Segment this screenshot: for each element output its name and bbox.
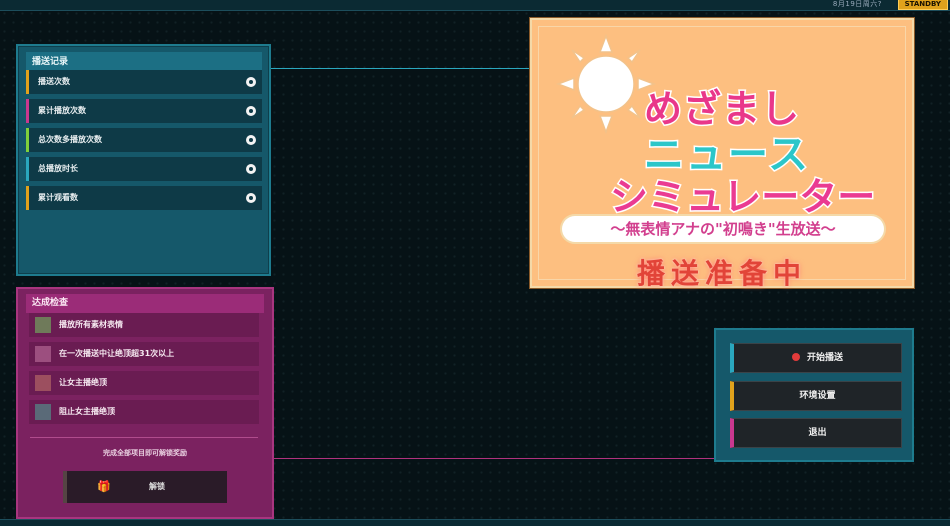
start-broadcast-label: 开始播送 <box>806 353 843 363</box>
achievement-label: 阻止女主播绝顶 <box>59 407 115 416</box>
main-menu: 开始播送 环境设置 退出 <box>714 328 914 462</box>
unlock-button-label: 解锁 <box>149 482 165 491</box>
achievement-note: 完成全部项目即可解锁奖励 <box>103 449 187 457</box>
record-item-multi-plays[interactable]: 总次数多播放次数 <box>26 128 262 152</box>
achievement-label: 在一次播送中让绝顶超31次以上 <box>59 349 175 358</box>
record-item-label: 累计观看数 <box>38 193 78 202</box>
achievement-item: 在一次播送中让绝顶超31次以上 <box>29 342 259 366</box>
checkbox-icon <box>35 317 51 333</box>
exit-label: 退出 <box>808 428 827 438</box>
title-card: めざまし ニュース シミュレーター 〜無表情アナの"初鳴き"生放送〜 播送准备中 <box>529 17 915 290</box>
unlock-button[interactable]: 🎁 解锁 <box>63 471 227 503</box>
status-badge: STANDBY <box>897 0 948 10</box>
divider <box>30 437 258 438</box>
record-panel-title: 播送记录 <box>26 52 262 72</box>
record-item-total-views[interactable]: 累计观看数 <box>26 186 262 210</box>
settings-label: 环境设置 <box>799 391 836 401</box>
broadcast-status-text: 播送准备中 <box>636 257 807 290</box>
achievement-item: 播放所有素材表情 <box>29 313 259 337</box>
record-icon <box>791 353 800 361</box>
achievement-panel-title: 达成检查 <box>26 294 264 313</box>
eye-icon[interactable] <box>246 77 256 87</box>
start-broadcast-button[interactable]: 开始播送 <box>730 343 902 373</box>
gift-icon: 🎁 <box>97 480 111 493</box>
record-item-label: 总播放时长 <box>38 164 78 173</box>
record-item-label: 总次数多播放次数 <box>38 135 102 144</box>
connector-line <box>274 458 716 459</box>
record-item-broadcast-count[interactable]: 播送次数 <box>26 70 262 94</box>
bottom-bar <box>0 519 950 526</box>
achievement-label: 播放所有素材表情 <box>59 320 123 329</box>
eye-icon[interactable] <box>246 135 256 145</box>
eye-icon[interactable] <box>246 106 256 116</box>
settings-button[interactable]: 环境设置 <box>730 381 902 411</box>
record-item-label: 累计播放次数 <box>38 106 86 115</box>
record-item-total-duration[interactable]: 总播放时长 <box>26 157 262 181</box>
top-status-bar: 8月19日周六? STANDBY <box>0 0 950 11</box>
broadcast-record-panel: 播送记录 播送次数 累计播放次数 总次数多播放次数 总播放时长 累计观看数 <box>16 44 271 276</box>
eye-icon[interactable] <box>246 193 256 203</box>
achievement-item: 阻止女主播绝顶 <box>29 400 259 424</box>
sun-icon <box>556 34 656 134</box>
date-label: 8月19日周六? <box>832 0 882 8</box>
checkbox-icon <box>35 346 51 362</box>
record-item-label: 播送次数 <box>38 77 70 86</box>
logo-subtitle: 〜無表情アナの"初鳴き"生放送〜 <box>562 216 884 242</box>
achievement-check-panel: 达成检查 播放所有素材表情 在一次播送中让绝顶超31次以上 让女主播绝顶 阻止女… <box>16 287 274 519</box>
eye-icon[interactable] <box>246 164 256 174</box>
logo-title-line3: シミュレーター <box>608 174 876 221</box>
record-item-total-plays[interactable]: 累计播放次数 <box>26 99 262 123</box>
achievement-label: 让女主播绝顶 <box>59 378 107 387</box>
connector-line <box>271 68 533 69</box>
achievement-item: 让女主播绝顶 <box>29 371 259 395</box>
checkbox-icon <box>35 375 51 391</box>
exit-button[interactable]: 退出 <box>730 418 902 448</box>
checkbox-icon <box>35 404 51 420</box>
